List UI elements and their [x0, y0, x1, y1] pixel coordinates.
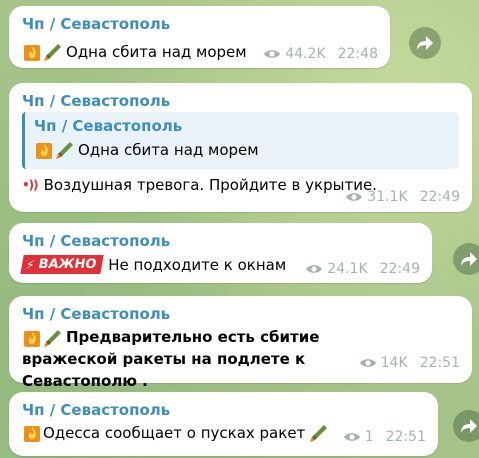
reply-quote[interactable]: Чп / Севастополь Одна сбита над морем: [22, 112, 459, 169]
message-time: 22:49: [419, 189, 460, 205]
reply-sender-name: Чп / Севастополь: [34, 117, 183, 135]
message-time: 22:48: [337, 46, 378, 62]
views-count: 44.2K: [285, 46, 326, 62]
message-text-content: Не подходите к окнам: [108, 255, 287, 274]
share-arrow-icon: [417, 36, 433, 50]
message-meta: 31.1K 22:49: [345, 189, 460, 205]
message-text: Предварительно есть сбитие вражеской рак…: [22, 326, 407, 392]
views-count: 31.1K: [367, 189, 408, 205]
message-bubble[interactable]: Чп / Севастополь Чп / Севастополь Одна с…: [9, 83, 472, 212]
fire-emoji-icon: [36, 143, 52, 159]
sender-name[interactable]: Чп / Севастополь: [22, 92, 170, 110]
message-bubble[interactable]: Чп / Севастополь Одна сбита над морем 44…: [9, 6, 390, 68]
fire-emoji-icon: [24, 45, 40, 61]
message-meta: 24.1K 22:49: [305, 261, 420, 277]
views-eye-icon: [264, 50, 281, 58]
views-eye-icon: [306, 265, 323, 273]
message-text: Одна сбита над морем: [22, 42, 247, 62]
rocket-emoji-icon: [310, 425, 328, 442]
forward-button[interactable]: [409, 27, 441, 59]
message-bubble[interactable]: Чп / Севастополь ⚡ ВАЖНО Не подходите к …: [9, 223, 432, 283]
important-badge: ⚡ ВАЖНО: [20, 255, 104, 274]
rocket-emoji-icon: [56, 142, 73, 159]
views-eye-icon: [343, 433, 360, 441]
views-eye-icon: [346, 193, 363, 201]
fire-emoji-icon: [24, 426, 40, 442]
share-arrow-icon: [461, 419, 477, 433]
lightning-icon: ⚡: [24, 257, 36, 272]
message-text-content: Предварительно есть сбитие вражеской рак…: [22, 328, 320, 390]
message-time: 22:51: [419, 355, 460, 371]
message-text: •)) Воздушная тревога. Пройдите в укрыти…: [22, 176, 377, 194]
message-bubble[interactable]: Чп / Севастополь Одесса сообщает о пуска…: [9, 392, 438, 456]
share-arrow-icon: [461, 252, 477, 266]
message-meta: 14K 22:51: [359, 355, 460, 371]
reply-text: Одна сбита над морем: [34, 140, 259, 160]
message-time: 22:49: [379, 261, 420, 277]
sender-name[interactable]: Чп / Севастополь: [22, 232, 170, 250]
sender-name[interactable]: Чп / Севастополь: [22, 401, 170, 419]
sender-name[interactable]: Чп / Севастополь: [22, 305, 170, 323]
message-meta: 44.2K 22:48: [263, 46, 378, 62]
siren-emoji-icon: •)): [22, 178, 39, 192]
rocket-emoji-icon: [44, 329, 61, 347]
message-text: Одесса сообщает о пусках ракет: [22, 423, 332, 443]
views-count: 14K: [380, 355, 408, 371]
message-text: ⚡ ВАЖНО Не подходите к окнам: [20, 255, 287, 274]
message-bubble[interactable]: Чп / Севастополь Предварительно есть сби…: [9, 296, 472, 390]
message-text-content: Одесса сообщает о пусках ракет: [43, 424, 306, 442]
sender-name[interactable]: Чп / Севастополь: [22, 15, 170, 33]
views-count: 1: [364, 429, 374, 445]
message-text-content: Воздушная тревога. Пройдите в укрытие.: [43, 176, 377, 194]
message-time: 22:51: [385, 429, 426, 445]
views-count: 24.1K: [327, 261, 368, 277]
forward-button[interactable]: [453, 243, 479, 275]
rocket-emoji-icon: [44, 44, 61, 61]
message-text-content: Одна сбита над морем: [66, 43, 247, 61]
badge-label: ВАЖНО: [37, 257, 98, 272]
message-meta: 1 22:51: [343, 429, 426, 445]
forward-button[interactable]: [453, 410, 479, 442]
reply-text-content: Одна сбита над морем: [78, 141, 259, 159]
fire-emoji-icon: [24, 330, 40, 347]
views-eye-icon: [359, 359, 376, 367]
